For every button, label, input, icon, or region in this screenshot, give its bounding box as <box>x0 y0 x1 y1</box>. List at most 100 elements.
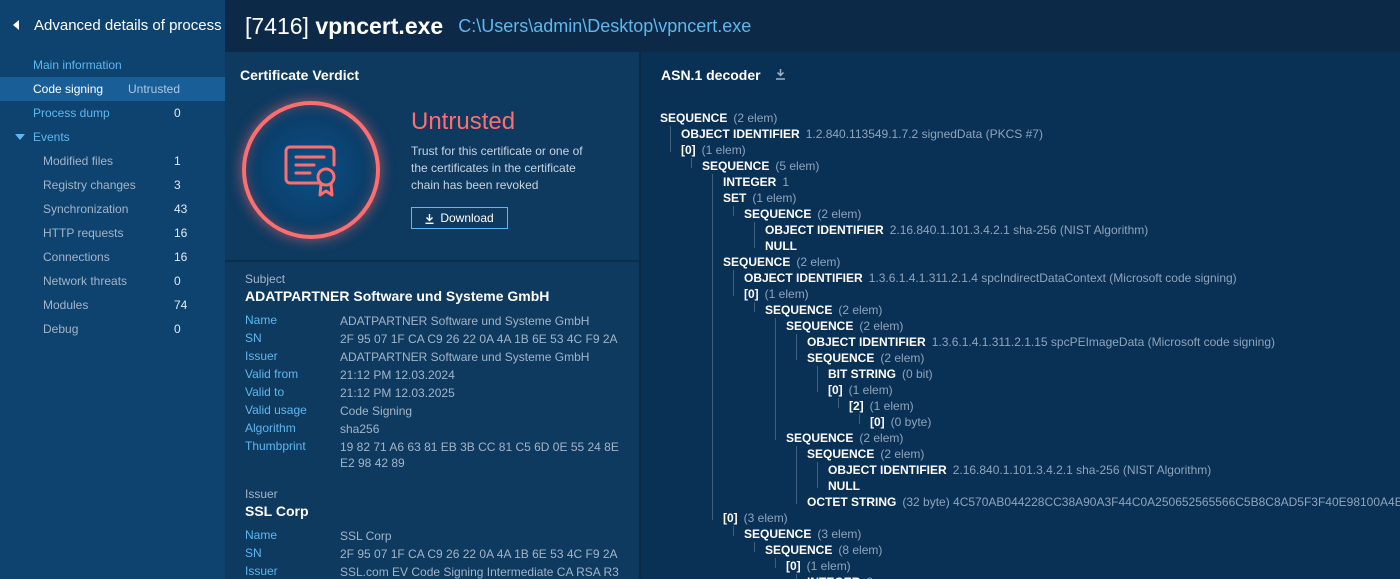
asn-node-detail: (2 elem) <box>880 351 925 365</box>
asn-node-detail: 2.16.840.1.101.3.4.2.1 sha-256 (NIST Alg… <box>889 223 1149 237</box>
asn-decoder-panel: ASN.1 decoder SEQUENCE (2 elem) OBJECT IDE… <box>641 52 1400 579</box>
asn-tree-guide <box>817 366 818 392</box>
asn-node[interactable]: [2] (1 elem) <box>849 398 914 414</box>
asn-node[interactable]: SEQUENCE (5 elem) <box>702 158 819 174</box>
sidebar-item-count: 43 <box>174 202 188 216</box>
asn-tree-guide <box>691 158 692 168</box>
asn-node-detail: (1 elem) <box>806 559 851 573</box>
process-path-link[interactable]: C:\Users\admin\Desktop\vpncert.exe <box>458 16 751 37</box>
sidebar-nav: Main information Code signing Untrusted … <box>0 53 225 341</box>
asn-node[interactable]: INTEGER 2 <box>807 574 873 579</box>
asn-node[interactable]: OCTET STRING (32 byte) 4C570AB044228CC38A… <box>807 494 1400 510</box>
asn-node[interactable]: SEQUENCE (2 elem) <box>786 430 903 446</box>
chevron-down-icon[interactable] <box>15 134 25 140</box>
sidebar-header[interactable]: Advanced details of process <box>0 0 225 50</box>
asn-tree-guide <box>838 398 839 408</box>
asn-node-type: [0] <box>681 143 696 157</box>
asn-node[interactable]: NULL <box>765 238 803 254</box>
asn-node[interactable]: OBJECT IDENTIFIER 2.16.840.1.101.3.4.2.1 … <box>765 222 1148 238</box>
field-key: Issuer <box>245 564 278 578</box>
asn-node[interactable]: [0] (3 elem) <box>723 510 788 526</box>
asn-node[interactable]: SEQUENCE (2 elem) <box>786 318 903 334</box>
asn-node-type: SEQUENCE <box>765 303 833 317</box>
sidebar-item-modified-files[interactable]: Modified files 1 <box>0 149 225 173</box>
sidebar-item-debug[interactable]: Debug 0 <box>0 317 225 341</box>
asn-node-detail: (2 elem) <box>859 319 904 333</box>
subject-field-valid-usage: Valid usage Code Signing <box>245 403 630 419</box>
asn-node[interactable]: [0] (1 elem) <box>744 286 809 302</box>
sidebar-item-count: 0 <box>174 322 181 336</box>
asn-node-type: SEQUENCE <box>744 207 812 221</box>
asn-node[interactable]: NULL <box>828 478 866 494</box>
sidebar-item-label: Events <box>33 130 70 144</box>
asn-node-type: [0] <box>723 511 738 525</box>
asn-node-detail: 1.2.840.113549.1.7.2 signedData (PKCS #7… <box>805 127 1043 141</box>
asn-node[interactable]: SEQUENCE (2 elem) <box>744 206 861 222</box>
sidebar-item-label: Main information <box>33 58 122 72</box>
asn-tree-guide <box>733 206 734 216</box>
field-key: Valid to <box>245 385 285 399</box>
asn-node-type: SEQUENCE <box>786 431 854 445</box>
asn-node[interactable]: OBJECT IDENTIFIER 2.16.840.1.101.3.4.2.1 … <box>828 462 1211 478</box>
asn-node-type: OBJECT IDENTIFIER <box>828 463 947 477</box>
sidebar-item-network-threats[interactable]: Network threats 0 <box>0 269 225 293</box>
asn-node[interactable]: SEQUENCE (8 elem) <box>765 542 882 558</box>
asn-tree-guide <box>796 334 797 360</box>
asn-node[interactable]: SEQUENCE (3 elem) <box>744 526 861 542</box>
asn-node-type: SEQUENCE <box>723 255 791 269</box>
sidebar-item-registry-changes[interactable]: Registry changes 3 <box>0 173 225 197</box>
asn-tree-guide <box>796 446 797 504</box>
sidebar-item-count: 16 <box>174 226 188 240</box>
asn-node[interactable]: [0] (0 byte) <box>870 414 931 430</box>
asn-node[interactable]: OBJECT IDENTIFIER 1.3.6.1.4.1.311.2.1.15 … <box>807 334 1275 350</box>
asn-tree-guide <box>733 526 734 536</box>
asn-node[interactable]: SEQUENCE (2 elem) <box>807 446 924 462</box>
verdict-description: Trust for this certificate or one of the… <box>411 144 583 192</box>
asn-node[interactable]: SEQUENCE (2 elem) <box>765 302 882 318</box>
field-key: Thumbprint <box>245 439 306 453</box>
sidebar-item-events[interactable]: Events <box>0 125 225 149</box>
field-key: SN <box>245 331 262 345</box>
asn-node-detail: (1 elem) <box>701 143 746 157</box>
verdict-status: Untrusted <box>411 108 516 135</box>
asn-node[interactable]: INTEGER 1 <box>723 174 789 190</box>
back-arrow-icon[interactable] <box>13 20 19 30</box>
asn-node[interactable]: [0] (1 elem) <box>786 558 851 574</box>
asn-node-type: [0] <box>786 559 801 573</box>
process-name: vpncert.exe <box>315 12 444 39</box>
asn-node-type: OBJECT IDENTIFIER <box>681 127 800 141</box>
asn-node-type: SEQUENCE <box>744 527 812 541</box>
sidebar-item-connections[interactable]: Connections 16 <box>0 245 225 269</box>
asn-node[interactable]: SEQUENCE (2 elem) <box>807 350 924 366</box>
sidebar-item-label: Process dump <box>33 106 110 120</box>
asn-node[interactable]: [0] (1 elem) <box>828 382 893 398</box>
sidebar-item-count: 0 <box>174 106 181 120</box>
sidebar-item-label: Debug <box>43 322 79 336</box>
asn-node-type: NULL <box>765 239 797 253</box>
asn-node[interactable]: [0] (1 elem) <box>681 142 746 158</box>
asn-node-type: [0] <box>870 415 885 429</box>
asn-node-detail: 1.3.6.1.4.1.311.2.1.15 spcPEImageData (M… <box>931 335 1275 349</box>
asn-node[interactable]: BIT STRING (0 bit) <box>828 366 933 382</box>
sidebar-item-code-signing[interactable]: Code signing Untrusted <box>0 77 225 101</box>
asn-node-type: [2] <box>849 399 864 413</box>
download-icon[interactable] <box>775 67 786 83</box>
asn-tree-guide <box>733 270 734 296</box>
asn-node[interactable]: SEQUENCE (2 elem) <box>723 254 840 270</box>
asn-node[interactable]: OBJECT IDENTIFIER 1.2.840.113549.1.7.2 si… <box>681 126 1043 142</box>
asn-node-detail: 2 <box>866 575 873 579</box>
sidebar-item-synchronization[interactable]: Synchronization 43 <box>0 197 225 221</box>
asn-node[interactable]: SEQUENCE (2 elem) <box>660 110 777 126</box>
asn-node[interactable]: SET (1 elem) <box>723 190 796 206</box>
sidebar-item-process-dump[interactable]: Process dump 0 <box>0 101 225 125</box>
section-divider <box>225 260 639 262</box>
sidebar-item-modules[interactable]: Modules 74 <box>0 293 225 317</box>
sidebar-item-count: 0 <box>174 274 181 288</box>
download-button[interactable]: Download <box>411 207 508 229</box>
issuer-field-issuer: Issuer SSL.com EV Code Signing Intermedia… <box>245 564 630 579</box>
asn-node[interactable]: OBJECT IDENTIFIER 1.3.6.1.4.1.311.2.1.4 s… <box>744 270 1237 286</box>
download-label: Download <box>440 211 494 225</box>
sidebar-item-http-requests[interactable]: HTTP requests 16 <box>0 221 225 245</box>
verdict-heading: Certificate Verdict <box>240 67 360 83</box>
sidebar-item-main-information[interactable]: Main information <box>0 53 225 77</box>
